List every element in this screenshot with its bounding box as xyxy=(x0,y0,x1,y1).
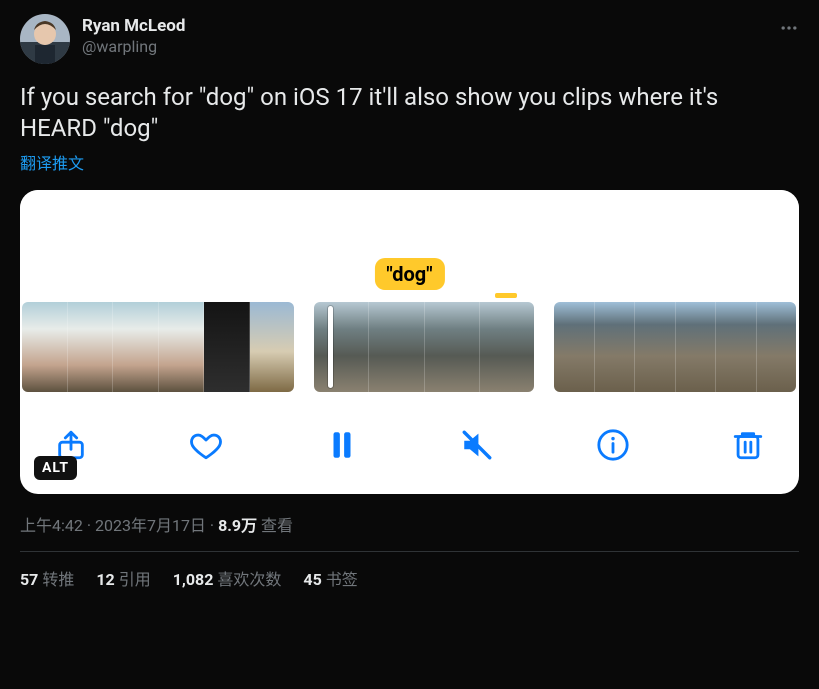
views-count: 8.9万 xyxy=(218,516,257,535)
video-frame xyxy=(425,302,480,392)
mute-button[interactable] xyxy=(460,428,494,462)
tweet-container: Ryan McLeod @warpling If you search for … xyxy=(0,0,819,600)
delete-button[interactable] xyxy=(731,428,765,462)
author-names[interactable]: Ryan McLeod @warpling xyxy=(82,14,779,57)
video-frame xyxy=(68,302,114,392)
pause-button[interactable] xyxy=(325,428,359,462)
likes-label: 喜欢次数 xyxy=(217,570,281,589)
clip-group[interactable] xyxy=(554,302,796,392)
media-toolbar xyxy=(20,396,799,494)
tweet-text: If you search for "dog" on iOS 17 it'll … xyxy=(20,82,799,144)
video-timeline-strip[interactable] xyxy=(20,298,799,396)
like-button[interactable] xyxy=(189,428,223,462)
avatar[interactable] xyxy=(20,14,70,64)
alt-badge[interactable]: ALT xyxy=(34,456,77,480)
retweets-stat[interactable]: 57转推 xyxy=(20,566,74,590)
video-frame xyxy=(635,302,676,392)
search-term-bubble: "dog" xyxy=(374,258,444,290)
media-header-area: "dog" xyxy=(20,190,799,298)
quotes-label: 引用 xyxy=(119,570,151,589)
display-name: Ryan McLeod xyxy=(82,16,779,36)
handle: @warpling xyxy=(82,37,779,56)
video-frame xyxy=(113,302,159,392)
likes-count: 1,082 xyxy=(173,570,214,589)
video-frame xyxy=(314,302,369,392)
video-frame xyxy=(250,302,295,392)
tweet-header: Ryan McLeod @warpling xyxy=(20,14,799,64)
divider xyxy=(20,551,799,552)
bookmarks-label: 书签 xyxy=(326,570,358,589)
bookmarks-count: 45 xyxy=(303,570,321,589)
more-button[interactable] xyxy=(779,14,799,46)
translate-link[interactable]: 翻译推文 xyxy=(20,150,799,174)
engagement-stats: 57转推 12 引用 1,082喜欢次数 45 书签 xyxy=(20,566,799,590)
quotes-count: 12 xyxy=(96,570,114,589)
playhead-icon[interactable] xyxy=(328,306,333,388)
clip-group-active[interactable] xyxy=(314,302,534,392)
video-frame xyxy=(716,302,757,392)
retweets-count: 57 xyxy=(20,570,38,589)
video-frame xyxy=(676,302,717,392)
quotes-stat[interactable]: 12 引用 xyxy=(96,566,150,590)
retweets-label: 转推 xyxy=(42,570,74,589)
tweet-meta[interactable]: 上午4:42 · 2023年7月17日 · 8.9万 查看 xyxy=(20,512,799,536)
video-frame xyxy=(369,302,424,392)
likes-stat[interactable]: 1,082喜欢次数 xyxy=(173,566,282,590)
clip-group[interactable] xyxy=(22,302,294,392)
video-frame xyxy=(595,302,636,392)
video-frame xyxy=(204,302,250,392)
media-attachment[interactable]: "dog" xyxy=(20,190,799,494)
video-frame xyxy=(480,302,534,392)
video-frame xyxy=(757,302,797,392)
date: 2023年7月17日 xyxy=(95,516,206,535)
timeline-marker-icon xyxy=(495,293,517,298)
info-button[interactable] xyxy=(596,428,630,462)
bookmarks-stat[interactable]: 45 书签 xyxy=(303,566,357,590)
video-frame xyxy=(159,302,205,392)
video-frame xyxy=(554,302,595,392)
views-label: 查看 xyxy=(261,516,293,535)
time: 上午4:42 xyxy=(20,516,83,535)
video-frame xyxy=(22,302,68,392)
